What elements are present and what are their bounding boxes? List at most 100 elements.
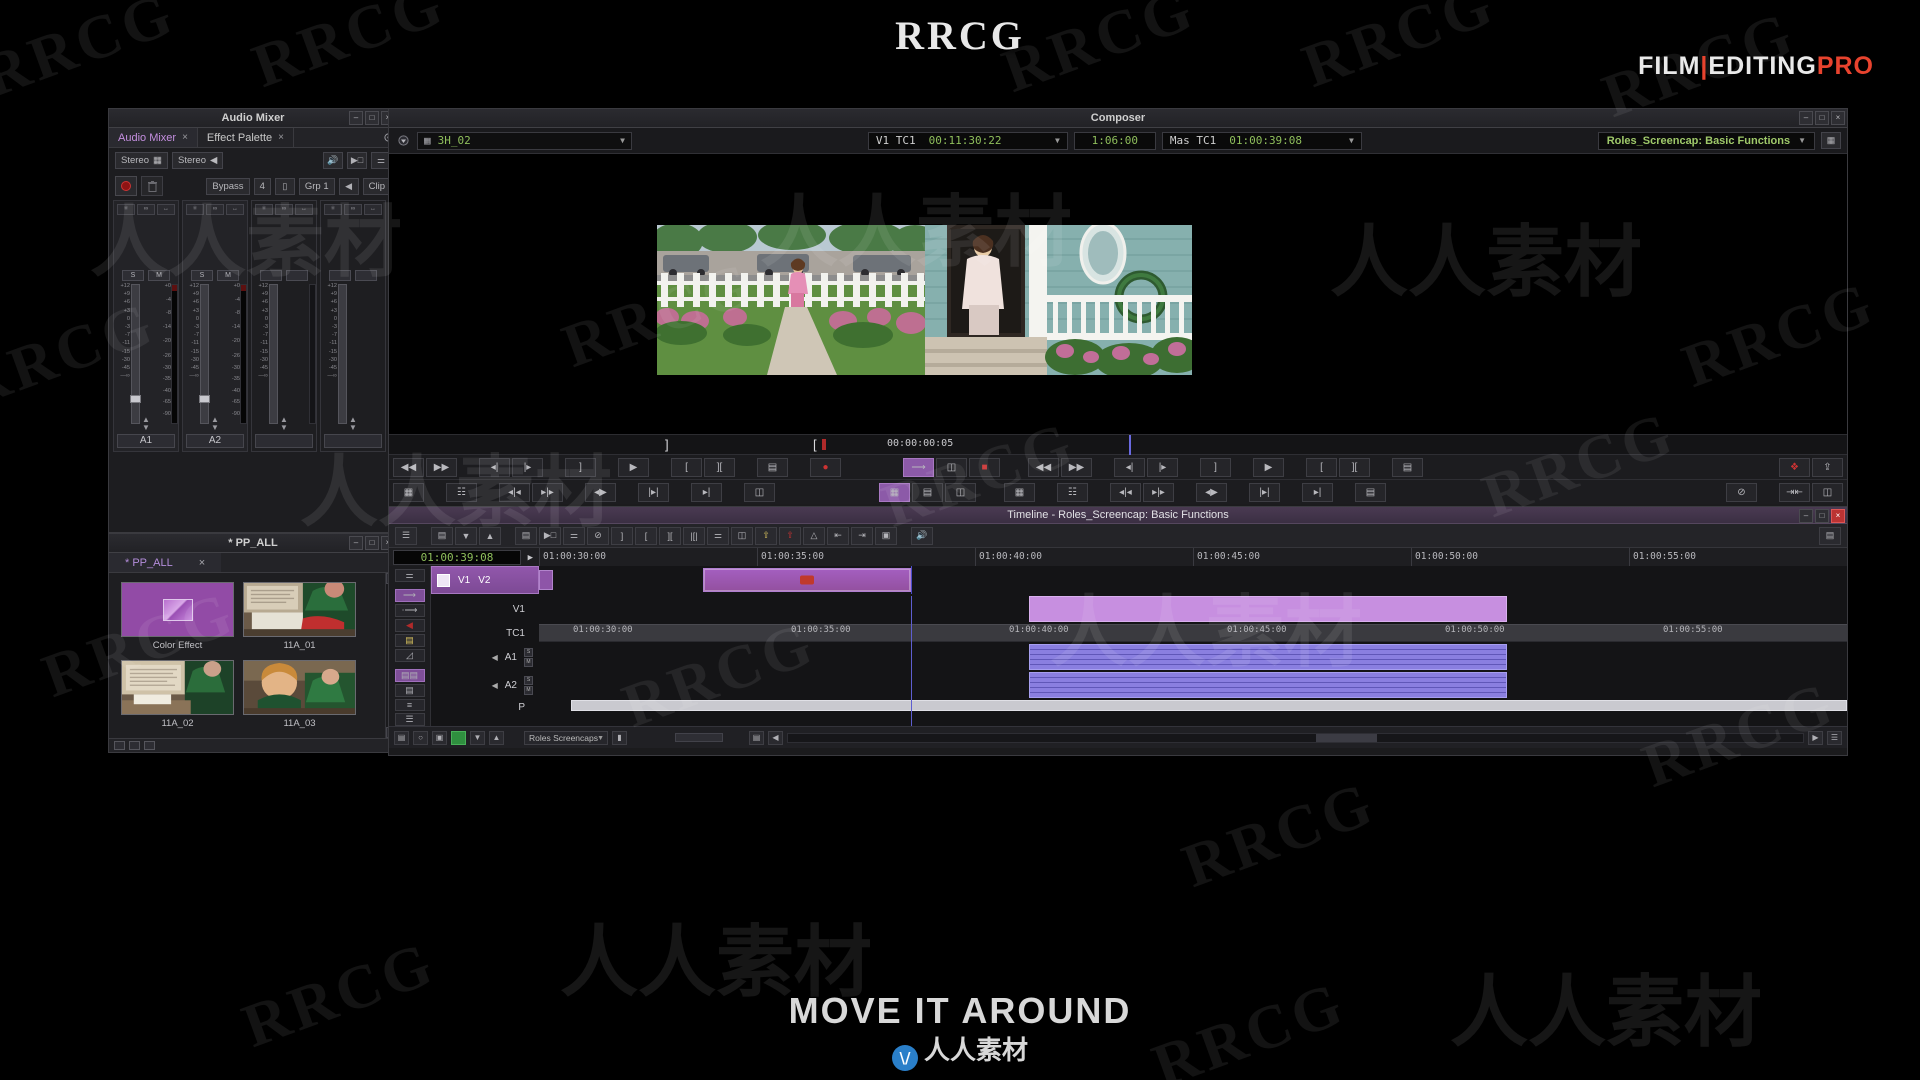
mixer-strip-a2[interactable]: ⚛ ∞ ↔ S M +12+9 +6+3 0-3 -7-11 -15-30 -4…: [182, 200, 248, 452]
minimize-button[interactable]: –: [1799, 509, 1813, 523]
marker-icon[interactable]: ▮: [612, 731, 627, 745]
timeline-current-timecode[interactable]: 01:00:39:08 ▶: [393, 550, 521, 565]
track-sync-lock-icon[interactable]: [539, 570, 553, 590]
chevron-down-icon[interactable]: ▼: [1798, 136, 1806, 145]
scroll-left-icon[interactable]: ◀: [768, 731, 783, 745]
minimize-button[interactable]: –: [349, 536, 363, 550]
collapse-icon[interactable]: ⇥⇤: [1779, 483, 1810, 502]
mute-button[interactable]: M: [524, 658, 533, 667]
mute-button[interactable]: M: [148, 270, 170, 281]
audio-mix-icon[interactable]: ≡: [395, 699, 425, 711]
mark-clip-icon[interactable]: ][: [704, 458, 735, 477]
bin-item[interactable]: Color Effect: [121, 582, 234, 651]
timeline-clip-a1[interactable]: [1029, 644, 1507, 670]
chevron-down-icon[interactable]: ▼: [1055, 136, 1060, 145]
trim-right-icon[interactable]: ▸|▸: [1143, 483, 1174, 502]
pan-arrows-icon[interactable]: ▲▼: [255, 416, 313, 432]
effect-mode-icon[interactable]: ◿: [395, 649, 425, 662]
chevron-down-icon[interactable]: ▼: [1349, 136, 1354, 145]
splice-icon[interactable]: ⚌: [563, 527, 585, 545]
chevron-down-icon[interactable]: ▼: [620, 136, 625, 145]
link-button[interactable]: ∞: [137, 204, 155, 215]
mark-in-icon[interactable]: [: [671, 458, 702, 477]
eq-button[interactable]: ⚛: [117, 204, 135, 215]
duplicate-icon[interactable]: ◫: [1812, 483, 1843, 502]
eq-button[interactable]: ⚛: [255, 204, 273, 215]
extract-icon[interactable]: ⇧: [779, 527, 801, 545]
close-button[interactable]: ×: [1831, 509, 1845, 523]
step-out-icon[interactable]: ⇥: [851, 527, 873, 545]
fast-forward-icon[interactable]: ▶▶: [426, 458, 457, 477]
timeline-menu-icon[interactable]: ⚌: [395, 569, 425, 582]
speaker-sync-icon[interactable]: 🔊: [323, 152, 343, 169]
audio-icon[interactable]: 🔊: [911, 527, 933, 545]
track-name-3[interactable]: [255, 434, 313, 448]
track-name-a1[interactable]: A1: [117, 434, 175, 448]
mark-in-icon[interactable]: ]: [665, 437, 669, 452]
timeline-view-icon[interactable]: ▤: [1819, 527, 1841, 545]
timeline-ruler[interactable]: 01:00:39:08 ▶ 01:00:30:00 01:00:35:00 01…: [389, 548, 1847, 566]
solo-button[interactable]: S: [524, 648, 533, 657]
trim-mode-icon[interactable]: ◀: [395, 619, 425, 632]
thumbnail-11a-03[interactable]: [243, 660, 356, 715]
segment-extract-icon[interactable]: ⋅⟶: [395, 604, 425, 617]
track-name-p[interactable]: P: [518, 702, 525, 713]
mute-button[interactable]: M: [217, 270, 239, 281]
play-icon[interactable]: ▶: [528, 552, 533, 565]
mute-button[interactable]: [286, 270, 308, 281]
play-icon[interactable]: ▶: [618, 458, 649, 477]
match-frame-icon[interactable]: ▤: [757, 458, 788, 477]
tim-menu-icon[interactable]: ☰: [1827, 731, 1842, 745]
mixer-strip-4[interactable]: ⚛ ∞ ↔ +12+9 +6+3 0-3 -7-11 -15-30 -45—∞: [320, 200, 386, 452]
eq-button[interactable]: ⚛: [186, 204, 204, 215]
composer-window[interactable]: Composer – □ × ▦ 3H_02 ▼ V1 TC1 00:11:30…: [388, 108, 1848, 518]
pan-button[interactable]: ↔: [157, 204, 175, 215]
mark-clip-icon[interactable]: ][: [1339, 458, 1370, 477]
timeline-window[interactable]: Timeline - Roles_Screencap: Basic Functi…: [388, 506, 1848, 756]
monitor-out-icon[interactable]: ▶□: [347, 152, 367, 169]
mark-clip-icon[interactable]: ][: [659, 527, 681, 545]
chevron-down-icon[interactable]: ▼: [597, 733, 604, 745]
master-timecode-field[interactable]: Mas TC1 01:00:39:08 ▼: [1162, 132, 1362, 150]
record-icon[interactable]: ○: [413, 731, 428, 745]
stereo-right-selector[interactable]: Stereo ◀: [172, 152, 223, 169]
clip-button[interactable]: Clip: [363, 178, 391, 195]
composer-titlebar[interactable]: Composer – □ ×: [389, 109, 1847, 128]
segment-overwrite-icon[interactable]: ⟶: [395, 589, 425, 602]
thumbnail-11a-01[interactable]: [243, 582, 356, 637]
tab-effect-palette[interactable]: Effect Palette ×: [198, 128, 294, 147]
audio-monitor-icon[interactable]: ◀: [492, 681, 498, 690]
timeline-clip-a2[interactable]: [1029, 672, 1507, 698]
duration-field[interactable]: 1:06:00: [1074, 132, 1156, 150]
audio-monitor-icon[interactable]: ◀: [492, 653, 498, 662]
link-button[interactable]: ∞: [275, 204, 293, 215]
monitor-icon[interactable]: ▣: [432, 731, 447, 745]
mixer-strip-a1[interactable]: ⚛ ∞ ↔ S M +12+9 +6+3 0-3 -7-11 -15-30 -4…: [113, 200, 179, 452]
pan-button[interactable]: ↔: [295, 204, 313, 215]
roles-selector[interactable]: Roles_Screencap: Basic Functions ▼: [1598, 132, 1815, 150]
up-arrow-icon[interactable]: ▲: [479, 527, 501, 545]
composer-monitor[interactable]: ] [ 00:00:00:05: [389, 154, 1847, 454]
fader-knob[interactable]: [130, 395, 141, 403]
mark-in-icon[interactable]: [: [635, 527, 657, 545]
maximize-button[interactable]: □: [365, 536, 379, 550]
grid-icon[interactable]: ▦: [393, 483, 424, 502]
step-ten-back-icon[interactable]: ◂▶: [1196, 483, 1227, 502]
mark-out-icon[interactable]: ]: [565, 458, 596, 477]
solo-button[interactable]: [329, 270, 351, 281]
segment-icon[interactable]: ◫: [744, 483, 775, 502]
go-to-out-icon[interactable]: ▸|: [1302, 483, 1333, 502]
clip-speaker-icon[interactable]: ◀: [339, 178, 359, 195]
mute-button[interactable]: [355, 270, 377, 281]
record-button[interactable]: [115, 176, 137, 196]
track-name-v2[interactable]: V2: [478, 575, 490, 586]
horizontal-scrollbar[interactable]: [787, 733, 1804, 743]
effect-mode-icon[interactable]: ▣: [875, 527, 897, 545]
maximize-button[interactable]: □: [1815, 509, 1829, 523]
close-button[interactable]: ×: [1831, 111, 1845, 125]
solo-button[interactable]: S: [191, 270, 213, 281]
thumbnail-color-effect[interactable]: [121, 582, 234, 637]
grid-icon[interactable]: ▦: [1004, 483, 1035, 502]
match-frame-icon[interactable]: ▤: [1392, 458, 1423, 477]
timeline-view-selector[interactable]: Roles Screencaps ▼: [524, 731, 608, 745]
